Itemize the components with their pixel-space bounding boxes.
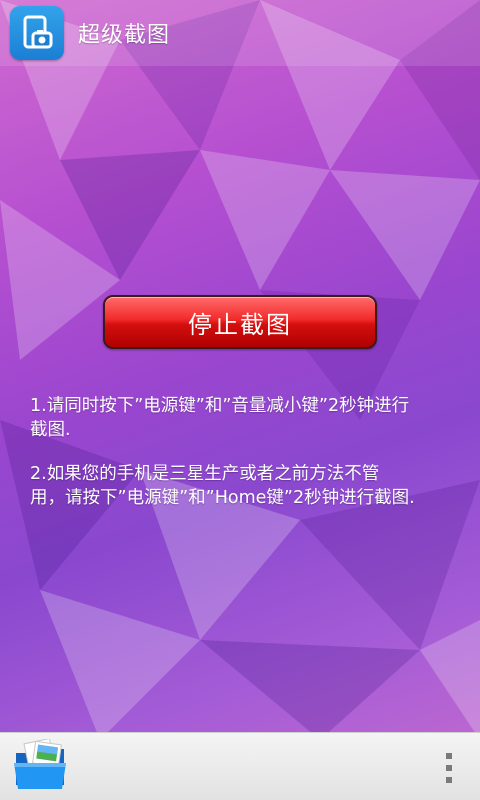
instruction-2-line-2: 用，请按下”电源键”和”Home键”2秒钟进行截图. bbox=[30, 488, 415, 508]
instruction-2: 2.如果您的手机是三星生产或者之前方法不管 用，请按下”电源键”和”Home键”… bbox=[30, 462, 460, 510]
folder-photos-icon[interactable] bbox=[12, 737, 72, 795]
bottom-bar bbox=[0, 732, 480, 800]
screen: 超级截图 停止截图 1.请同时按下”电源键”和”音量减小键”2秒钟进行 截图. … bbox=[0, 0, 480, 800]
stop-screenshot-button[interactable]: 停止截图 bbox=[103, 295, 377, 349]
overflow-dot bbox=[446, 765, 452, 771]
phone-camera-icon[interactable] bbox=[10, 6, 64, 60]
action-bar: 超级截图 bbox=[0, 0, 480, 66]
instruction-1-line-1: 1.请同时按下”电源键”和”音量减小键”2秒钟进行 bbox=[30, 396, 410, 416]
overflow-menu-icon[interactable] bbox=[442, 753, 456, 783]
app-title: 超级截图 bbox=[78, 23, 171, 48]
instruction-1: 1.请同时按下”电源键”和”音量减小键”2秒钟进行 截图. bbox=[30, 394, 460, 442]
overflow-dot bbox=[446, 777, 452, 783]
instruction-1-line-2: 截图. bbox=[30, 420, 71, 440]
instruction-2-line-1: 2.如果您的手机是三星生产或者之前方法不管 bbox=[30, 464, 380, 484]
overflow-dot bbox=[446, 753, 452, 759]
